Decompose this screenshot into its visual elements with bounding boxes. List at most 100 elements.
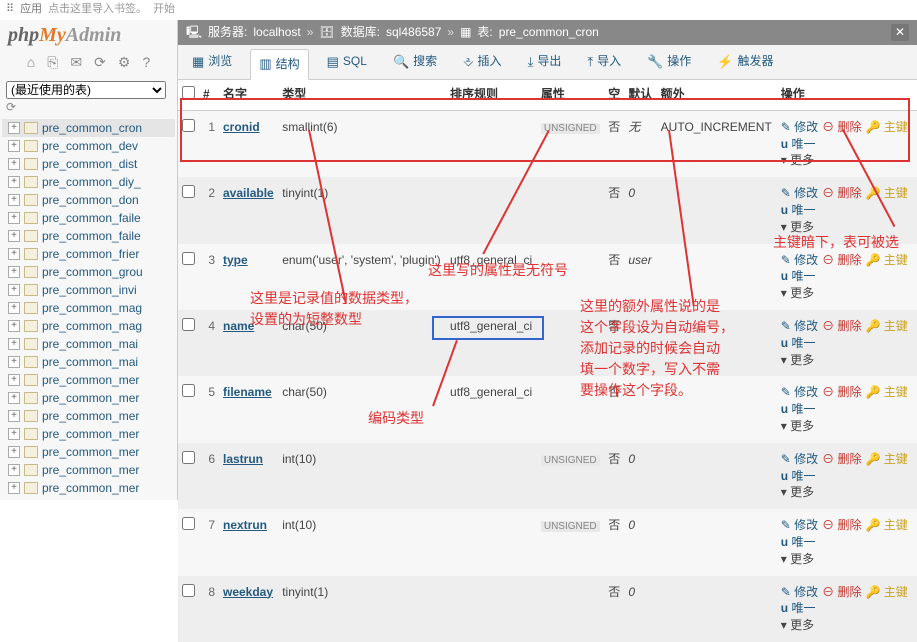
row-checkbox[interactable] xyxy=(182,252,195,265)
tab-导入[interactable]: ⤒导入 xyxy=(579,49,629,75)
row-checkbox[interactable] xyxy=(182,119,195,132)
field-name[interactable]: filename xyxy=(223,385,272,399)
more-button[interactable]: ▾ 更多 xyxy=(781,419,814,433)
field-name[interactable]: lastrun xyxy=(223,452,263,466)
tree-table-item[interactable]: +pre_common_frier xyxy=(2,245,175,263)
expand-icon[interactable]: + xyxy=(8,338,20,350)
unique-button[interactable]: u 唯一 xyxy=(781,269,816,283)
delete-button[interactable]: ⊖ 删除 xyxy=(822,385,861,399)
close-icon[interactable]: ✕ xyxy=(891,24,909,41)
more-button[interactable]: ▾ 更多 xyxy=(781,618,814,632)
server-name[interactable]: localhost xyxy=(253,24,300,41)
tree-table-item[interactable]: +pre_common_mag xyxy=(2,317,175,335)
row-checkbox[interactable] xyxy=(182,384,195,397)
expand-icon[interactable]: + xyxy=(8,230,20,242)
edit-button[interactable]: ✎ 修改 xyxy=(781,385,818,399)
tab-结构[interactable]: ▥结构 xyxy=(250,49,308,80)
sidebar-nav-icon[interactable]: ? xyxy=(142,53,150,73)
tab-操作[interactable]: 🔧操作 xyxy=(639,49,699,75)
delete-button[interactable]: ⊖ 删除 xyxy=(822,253,861,267)
more-button[interactable]: ▾ 更多 xyxy=(781,153,814,167)
delete-button[interactable]: ⊖ 删除 xyxy=(822,518,861,532)
expand-icon[interactable]: + xyxy=(8,194,20,206)
expand-icon[interactable]: + xyxy=(8,428,20,440)
row-checkbox[interactable] xyxy=(182,451,195,464)
tree-table-item[interactable]: +pre_common_faile xyxy=(2,227,175,245)
checkall[interactable] xyxy=(178,80,199,110)
tree-table-item[interactable]: +pre_common_invi xyxy=(2,281,175,299)
edit-button[interactable]: ✎ 修改 xyxy=(781,253,818,267)
field-name[interactable]: type xyxy=(223,253,248,267)
sidebar-nav-icon[interactable]: ✉ xyxy=(70,53,82,73)
tree-table-item[interactable]: +pre_common_diy_ xyxy=(2,173,175,191)
unique-button[interactable]: u 唯一 xyxy=(781,535,816,549)
delete-button[interactable]: ⊖ 删除 xyxy=(822,452,861,466)
table-name[interactable]: pre_common_cron xyxy=(499,24,599,41)
sidebar-nav-icon[interactable]: ⟳ xyxy=(94,53,106,73)
tree-table-item[interactable]: +pre_common_mer xyxy=(2,479,175,497)
more-button[interactable]: ▾ 更多 xyxy=(781,552,814,566)
tab-SQL[interactable]: ▤SQL xyxy=(319,49,375,75)
tree-table-item[interactable]: +pre_common_mag xyxy=(2,299,175,317)
expand-icon[interactable]: + xyxy=(8,320,20,332)
expand-icon[interactable]: + xyxy=(8,464,20,476)
expand-icon[interactable]: + xyxy=(8,140,20,152)
apps-label[interactable]: 应用 xyxy=(20,2,42,17)
tree-table-item[interactable]: +pre_common_mai xyxy=(2,353,175,371)
row-checkbox[interactable] xyxy=(182,185,195,198)
expand-icon[interactable]: + xyxy=(8,302,20,314)
tree-table-item[interactable]: +pre_common_dev xyxy=(2,137,175,155)
primarykey-button[interactable]: 🔑 主键 xyxy=(866,186,908,200)
expand-icon[interactable]: + xyxy=(8,356,20,368)
unique-button[interactable]: u 唯一 xyxy=(781,203,816,217)
primarykey-button[interactable]: 🔑 主键 xyxy=(866,452,908,466)
tree-table-item[interactable]: +pre_common_mai xyxy=(2,335,175,353)
field-name[interactable]: cronid xyxy=(223,120,260,134)
field-name[interactable]: name xyxy=(223,319,254,333)
expand-icon[interactable]: + xyxy=(8,176,20,188)
db-name[interactable]: sql486587 xyxy=(386,24,441,41)
expand-icon[interactable]: + xyxy=(8,248,20,260)
expand-icon[interactable]: + xyxy=(8,158,20,170)
expand-icon[interactable]: + xyxy=(8,212,20,224)
unique-button[interactable]: u 唯一 xyxy=(781,601,816,615)
row-checkbox[interactable] xyxy=(182,584,195,597)
sidebar-nav-icon[interactable]: ⌂ xyxy=(27,53,35,73)
primarykey-button[interactable]: 🔑 主键 xyxy=(866,385,908,399)
unique-button[interactable]: u 唯一 xyxy=(781,402,816,416)
row-checkbox[interactable] xyxy=(182,517,195,530)
tree-table-item[interactable]: +pre_common_grou xyxy=(2,263,175,281)
edit-button[interactable]: ✎ 修改 xyxy=(781,319,818,333)
tree-table-item[interactable]: +pre_common_mer xyxy=(2,425,175,443)
tab-导出[interactable]: ⤓导出 xyxy=(520,49,570,75)
edit-button[interactable]: ✎ 修改 xyxy=(781,452,818,466)
col-name[interactable]: 名字 xyxy=(219,80,278,110)
field-name[interactable]: nextrun xyxy=(223,518,267,532)
expand-icon[interactable]: + xyxy=(8,266,20,278)
unique-button[interactable]: u 唯一 xyxy=(781,336,816,350)
primarykey-button[interactable]: 🔑 主键 xyxy=(866,319,908,333)
recent-tables-select[interactable]: (最近使用的表) xyxy=(6,81,166,99)
delete-button[interactable]: ⊖ 删除 xyxy=(822,186,861,200)
bookmarks-hint[interactable]: 点击这里导入书签。 xyxy=(48,2,147,17)
delete-button[interactable]: ⊖ 删除 xyxy=(822,585,861,599)
expand-icon[interactable]: + xyxy=(8,410,20,422)
tree-table-item[interactable]: +pre_common_mer xyxy=(2,443,175,461)
start-link[interactable]: 开始 xyxy=(153,2,175,17)
delete-button[interactable]: ⊖ 删除 xyxy=(822,319,861,333)
sidebar-nav-icon[interactable]: ⚙ xyxy=(118,53,131,73)
primarykey-button[interactable]: 🔑 主键 xyxy=(866,120,908,134)
delete-button[interactable]: ⊖ 删除 xyxy=(822,120,861,134)
field-name[interactable]: available xyxy=(223,186,274,200)
tree-table-item[interactable]: +pre_common_don xyxy=(2,191,175,209)
more-button[interactable]: ▾ 更多 xyxy=(781,220,814,234)
tree-table-item[interactable]: +pre_common_mer xyxy=(2,461,175,479)
tree-table-item[interactable]: +pre_common_mer xyxy=(2,371,175,389)
expand-icon[interactable]: + xyxy=(8,284,20,296)
expand-icon[interactable]: + xyxy=(8,374,20,386)
primarykey-button[interactable]: 🔑 主键 xyxy=(866,253,908,267)
tree-table-item[interactable]: +pre_common_cron xyxy=(2,119,175,137)
tab-触发器[interactable]: ⚡触发器 xyxy=(709,49,781,75)
expand-icon[interactable]: + xyxy=(8,446,20,458)
primarykey-button[interactable]: 🔑 主键 xyxy=(866,518,908,532)
